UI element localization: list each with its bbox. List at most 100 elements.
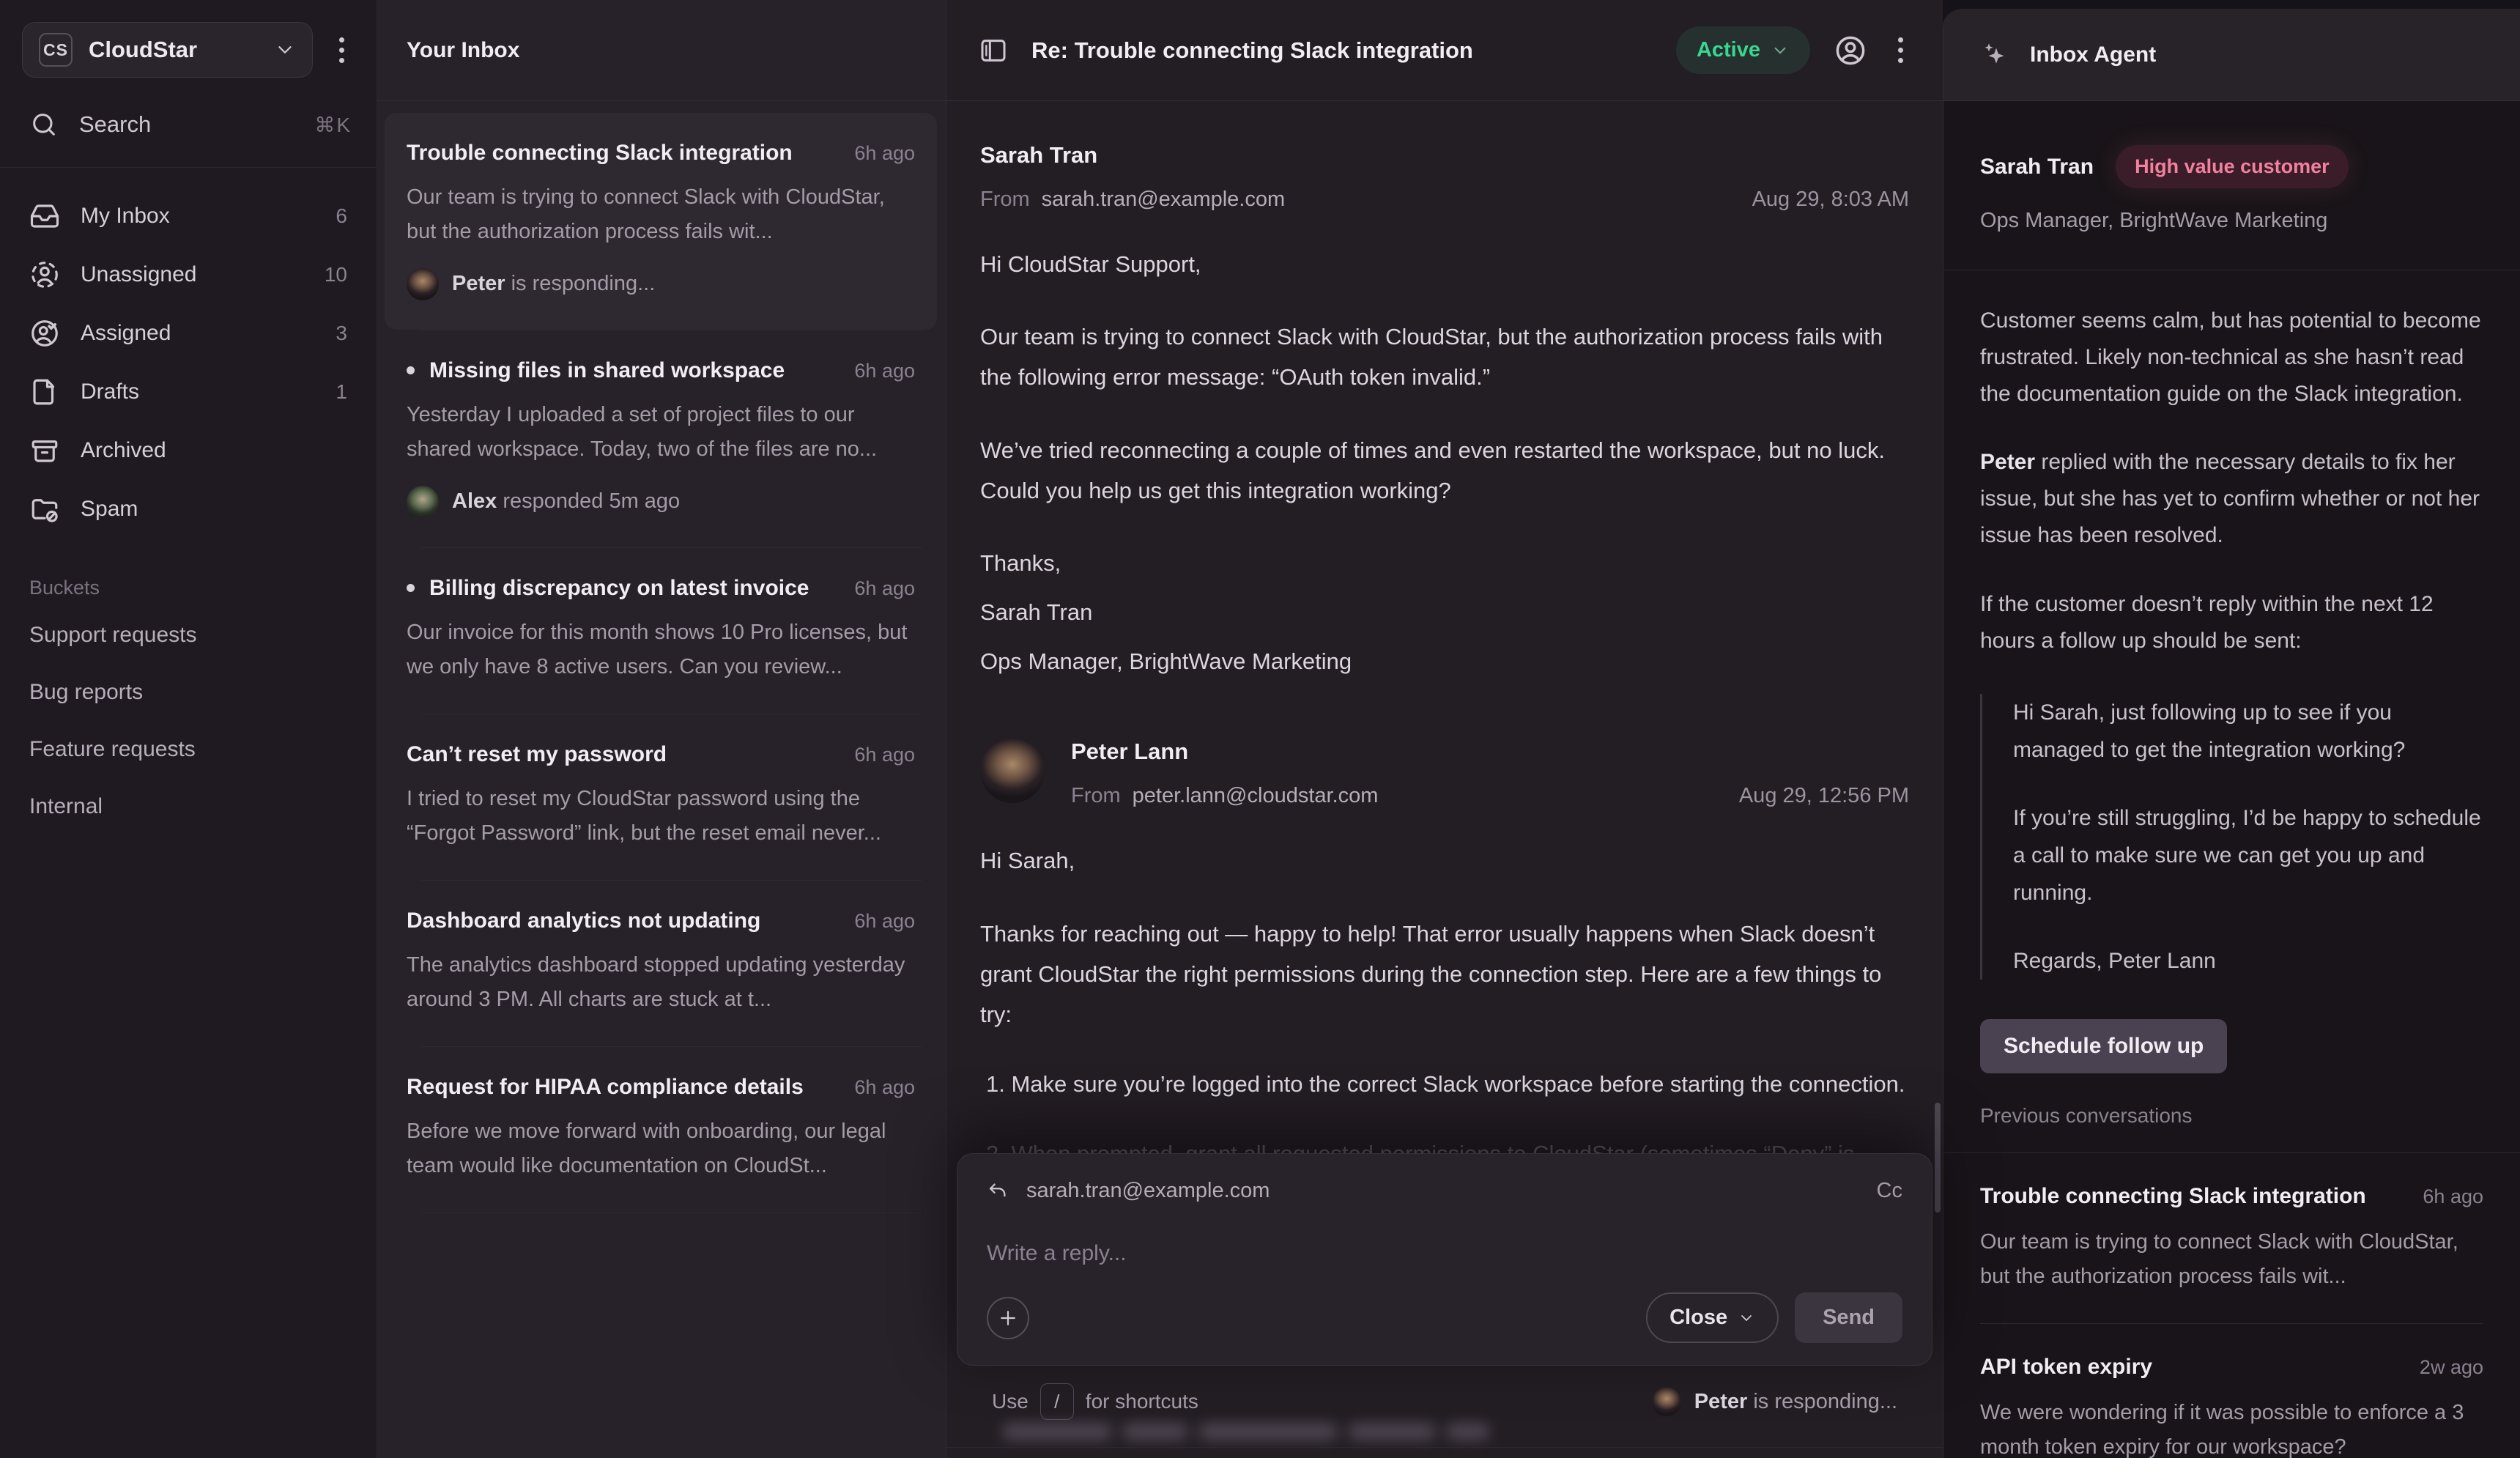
inbox-list-panel: Your Inbox Trouble connecting Slack inte… xyxy=(377,0,946,1458)
message-date: Aug 29, 8:03 AM xyxy=(1752,188,1909,212)
agent-analysis: If the customer doesn’t reply within the… xyxy=(1980,586,2483,659)
thread-header: Re: Trouble connecting Slack integration… xyxy=(946,0,1943,101)
panel-left-icon xyxy=(979,36,1008,65)
from-label: From xyxy=(1071,784,1121,808)
agent-body[interactable]: Sarah Tran High value customer Ops Manag… xyxy=(1943,101,2520,1458)
file-icon xyxy=(29,377,60,407)
sidebar-item-label: My Inbox xyxy=(81,204,336,229)
message-header: Peter Lann From peter.lann@cloudstar.com… xyxy=(980,739,1909,808)
add-attachment-button[interactable] xyxy=(987,1297,1029,1339)
sidebar-item-drafts[interactable]: Drafts 1 xyxy=(15,363,362,421)
previous-preview: We were wondering if it was possible to … xyxy=(1980,1396,2483,1458)
search-shortcut: ⌘K xyxy=(314,113,352,137)
list-item-hipaa-compliance[interactable]: Request for HIPAA compliance details 6h … xyxy=(385,1047,937,1213)
toggle-sidebar-button[interactable] xyxy=(979,36,1008,65)
conversation-time: 6h ago xyxy=(854,910,915,933)
assignee-button[interactable] xyxy=(1834,34,1867,67)
conversation-preview: Our team is trying to connect Slack with… xyxy=(407,180,915,249)
inbox-icon xyxy=(29,201,60,232)
workspace-switcher[interactable]: CS CloudStar xyxy=(22,22,313,78)
reply-input[interactable]: Write a reply... xyxy=(987,1241,1902,1292)
list-item-dashboard-analytics[interactable]: Dashboard analytics not updating 6h ago … xyxy=(385,881,937,1046)
bucket-label: Internal xyxy=(29,794,103,819)
search-input[interactable]: Search ⌘K xyxy=(29,110,352,139)
cc-button[interactable]: Cc xyxy=(1877,1179,1902,1203)
list-item-trouble-slack[interactable]: Trouble connecting Slack integration 6h … xyxy=(385,113,937,330)
customer-name: Sarah Tran xyxy=(1980,155,2094,180)
typing-status: Peter is responding... xyxy=(452,272,655,296)
sender-email: sarah.tran@example.com xyxy=(1042,188,1285,212)
sidebar-menu-button[interactable] xyxy=(332,30,352,70)
suggested-reply-line: Hi Sarah, just following up to see if yo… xyxy=(2013,694,2483,769)
schedule-follow-up-button[interactable]: Schedule follow up xyxy=(1980,1019,2227,1073)
previous-title: Trouble connecting Slack integration xyxy=(1980,1184,2408,1209)
sidebar-item-spam[interactable]: Spam xyxy=(15,480,362,539)
close-dropdown-button[interactable]: Close xyxy=(1646,1292,1779,1343)
thread-panel: Re: Trouble connecting Slack integration… xyxy=(946,0,1943,1458)
recipient-row: sarah.tran@example.com Cc xyxy=(987,1179,1902,1203)
paragraph: Hi Sarah, xyxy=(980,840,1909,881)
sender-name: Peter Lann xyxy=(1071,739,1909,765)
paragraph: Hi CloudStar Support, xyxy=(980,244,1909,284)
sidebar-item-label: Archived xyxy=(81,438,347,463)
bucket-internal[interactable]: Internal xyxy=(0,778,377,835)
bucket-bug-reports[interactable]: Bug reports xyxy=(0,664,377,721)
avatar xyxy=(1652,1387,1681,1416)
search-icon xyxy=(29,110,59,139)
workspace-logo: CS xyxy=(39,33,73,67)
status-dropdown[interactable]: Active xyxy=(1676,26,1810,74)
scrollbar[interactable] xyxy=(1935,1103,1941,1213)
sidebar-item-label: Drafts xyxy=(81,380,336,404)
spam-folder-icon xyxy=(29,494,60,525)
bucket-support-requests[interactable]: Support requests xyxy=(0,607,377,664)
conversation-preview: Our invoice for this month shows 10 Pro … xyxy=(407,615,915,684)
from-label: From xyxy=(980,188,1030,212)
buckets-list: Support requests Bug reports Feature req… xyxy=(0,607,377,835)
search-label: Search xyxy=(79,111,294,138)
thread-menu-button[interactable] xyxy=(1891,30,1911,70)
sidebar-nav: My Inbox 6 Unassigned 10 Assigned 3 Draf… xyxy=(0,168,377,539)
chevron-down-icon xyxy=(1738,1309,1755,1327)
conversation-time: 6h ago xyxy=(854,577,915,600)
conversation-time: 6h ago xyxy=(854,1076,915,1099)
send-button[interactable]: Send xyxy=(1795,1292,1902,1343)
list-item-missing-files[interactable]: Missing files in shared workspace 6h ago… xyxy=(385,330,937,547)
conversation-list: Trouble connecting Slack integration 6h … xyxy=(377,101,946,1213)
composer-actions: Close Send xyxy=(987,1292,1902,1343)
previous-conversation-item[interactable]: API token expiry 2w ago We were wonderin… xyxy=(1980,1323,2483,1458)
previous-conversation-item[interactable]: Trouble connecting Slack integration 6h … xyxy=(1980,1153,2483,1323)
paragraph: Our team is trying to connect Slack with… xyxy=(980,317,1909,397)
shortcuts-hint-rest: for shortcuts xyxy=(1086,1390,1198,1413)
sidebar-item-assigned[interactable]: Assigned 3 xyxy=(15,304,362,363)
avatar xyxy=(407,268,439,300)
signature-line: Ops Manager, BrightWave Marketing xyxy=(980,641,1909,681)
signature-line: Sarah Tran xyxy=(980,592,1909,632)
chevron-down-icon xyxy=(1771,41,1790,60)
sidebar-item-my-inbox[interactable]: My Inbox 6 xyxy=(15,187,362,245)
conversation-status: Alex responded 5m ago xyxy=(407,486,915,518)
composer-footer: Use / for shortcuts Peter is responding.… xyxy=(957,1383,1932,1420)
sidebar-item-label: Unassigned xyxy=(81,262,325,287)
conversation-status: Peter is responding... xyxy=(407,268,915,300)
list-item-billing-discrepancy[interactable]: Billing discrepancy on latest invoice 6h… xyxy=(385,548,937,714)
person-circle-icon xyxy=(1834,34,1867,67)
buckets-heading: Buckets xyxy=(29,577,377,599)
paragraph: We’ve tried reconnecting a couple of tim… xyxy=(980,430,1909,511)
list-item-reset-password[interactable]: Can’t reset my password 6h ago I tried t… xyxy=(385,714,937,880)
avatar xyxy=(980,739,1045,803)
shortcuts-hint: Use xyxy=(992,1390,1029,1413)
conversation-title: Billing discrepancy on latest invoice xyxy=(429,576,840,601)
sidebar-item-unassigned[interactable]: Unassigned 10 xyxy=(15,245,362,304)
workspace-row: CS CloudStar xyxy=(0,0,377,78)
agent-analysis: Customer seems calm, but has potential t… xyxy=(1980,303,2483,412)
sidebar-item-archived[interactable]: Archived xyxy=(15,421,362,480)
suggested-reply: Hi Sarah, just following up to see if yo… xyxy=(1980,694,2483,980)
unread-dot xyxy=(407,366,415,374)
bucket-label: Bug reports xyxy=(29,680,143,705)
sender-email: peter.lann@cloudstar.com xyxy=(1133,784,1379,808)
conversation-time: 6h ago xyxy=(854,142,915,165)
inbox-list-title: Your Inbox xyxy=(377,0,946,101)
bucket-label: Feature requests xyxy=(29,737,196,762)
reply-icon xyxy=(987,1180,1009,1202)
bucket-feature-requests[interactable]: Feature requests xyxy=(0,721,377,778)
